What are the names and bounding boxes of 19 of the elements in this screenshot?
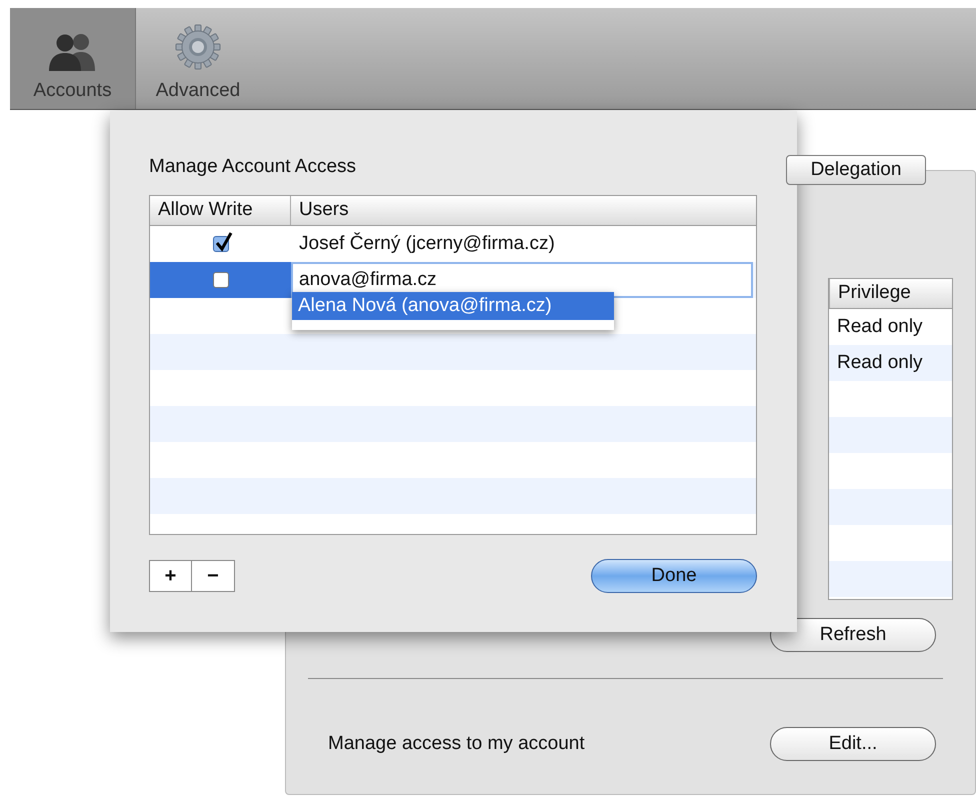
column-header: Privilege [829,279,911,308]
done-button[interactable]: Done [591,559,757,593]
add-button[interactable]: + [150,561,192,591]
table-cell-text: Josef Černý (jcerny@firma.cz) [298,231,555,256]
gear-icon [174,22,222,70]
column-header: Users [298,198,349,222]
refresh-button[interactable]: Refresh [770,618,936,652]
checkbox[interactable] [212,272,228,288]
edit-button[interactable]: Edit... [770,727,936,761]
access-label: Manage access to my account [327,732,585,756]
remove-button[interactable]: − [192,561,234,591]
suggestion-item[interactable]: Alena Nová (anova@firma.cz) [292,292,614,320]
toolbar-item[interactable]: Advanced [136,8,260,109]
table-cell-text: Read only [836,350,923,375]
table-cell-text: Read only [836,314,923,339]
column-header: Allow Write [150,196,291,225]
sheet-title: Manage Account Access [149,155,358,179]
toolbar-item[interactable]: Accounts [10,8,136,109]
tab[interactable]: Delegation [786,155,926,185]
